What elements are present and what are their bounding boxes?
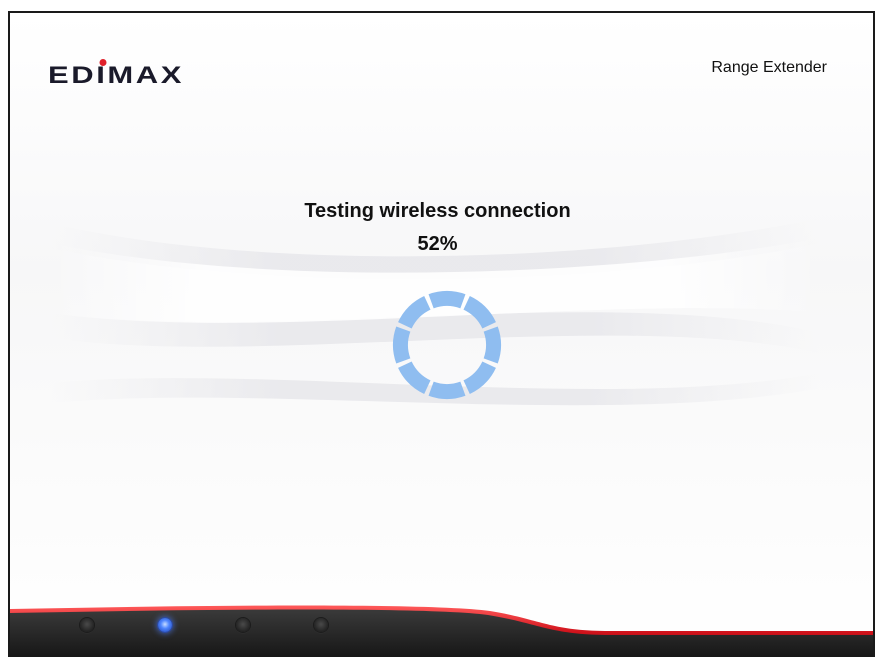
spinner-segment xyxy=(393,326,411,364)
led-4-icon xyxy=(314,618,328,632)
spinner-segment xyxy=(483,326,501,364)
progress-percent: 52% xyxy=(417,233,458,255)
logo-dot-icon xyxy=(99,59,107,66)
spinner-segment xyxy=(463,361,496,394)
led-1-icon xyxy=(80,618,94,632)
status-message: Testing wireless connection xyxy=(304,200,571,222)
bottom-device-bar xyxy=(10,605,873,657)
product-name: Range Extender xyxy=(711,59,827,76)
spinner-segment xyxy=(428,381,466,399)
led-2-icon xyxy=(158,618,172,632)
spinner-segment xyxy=(428,291,466,309)
loading-spinner-icon xyxy=(393,291,501,399)
edimax-logo: EDIMAX xyxy=(48,59,184,87)
spinner-segment xyxy=(398,361,431,394)
led-3-icon xyxy=(236,618,250,632)
edimax-logo-text: EDIMAX xyxy=(48,62,184,87)
spinner-segment xyxy=(463,296,496,329)
spinner-segment xyxy=(398,296,431,329)
